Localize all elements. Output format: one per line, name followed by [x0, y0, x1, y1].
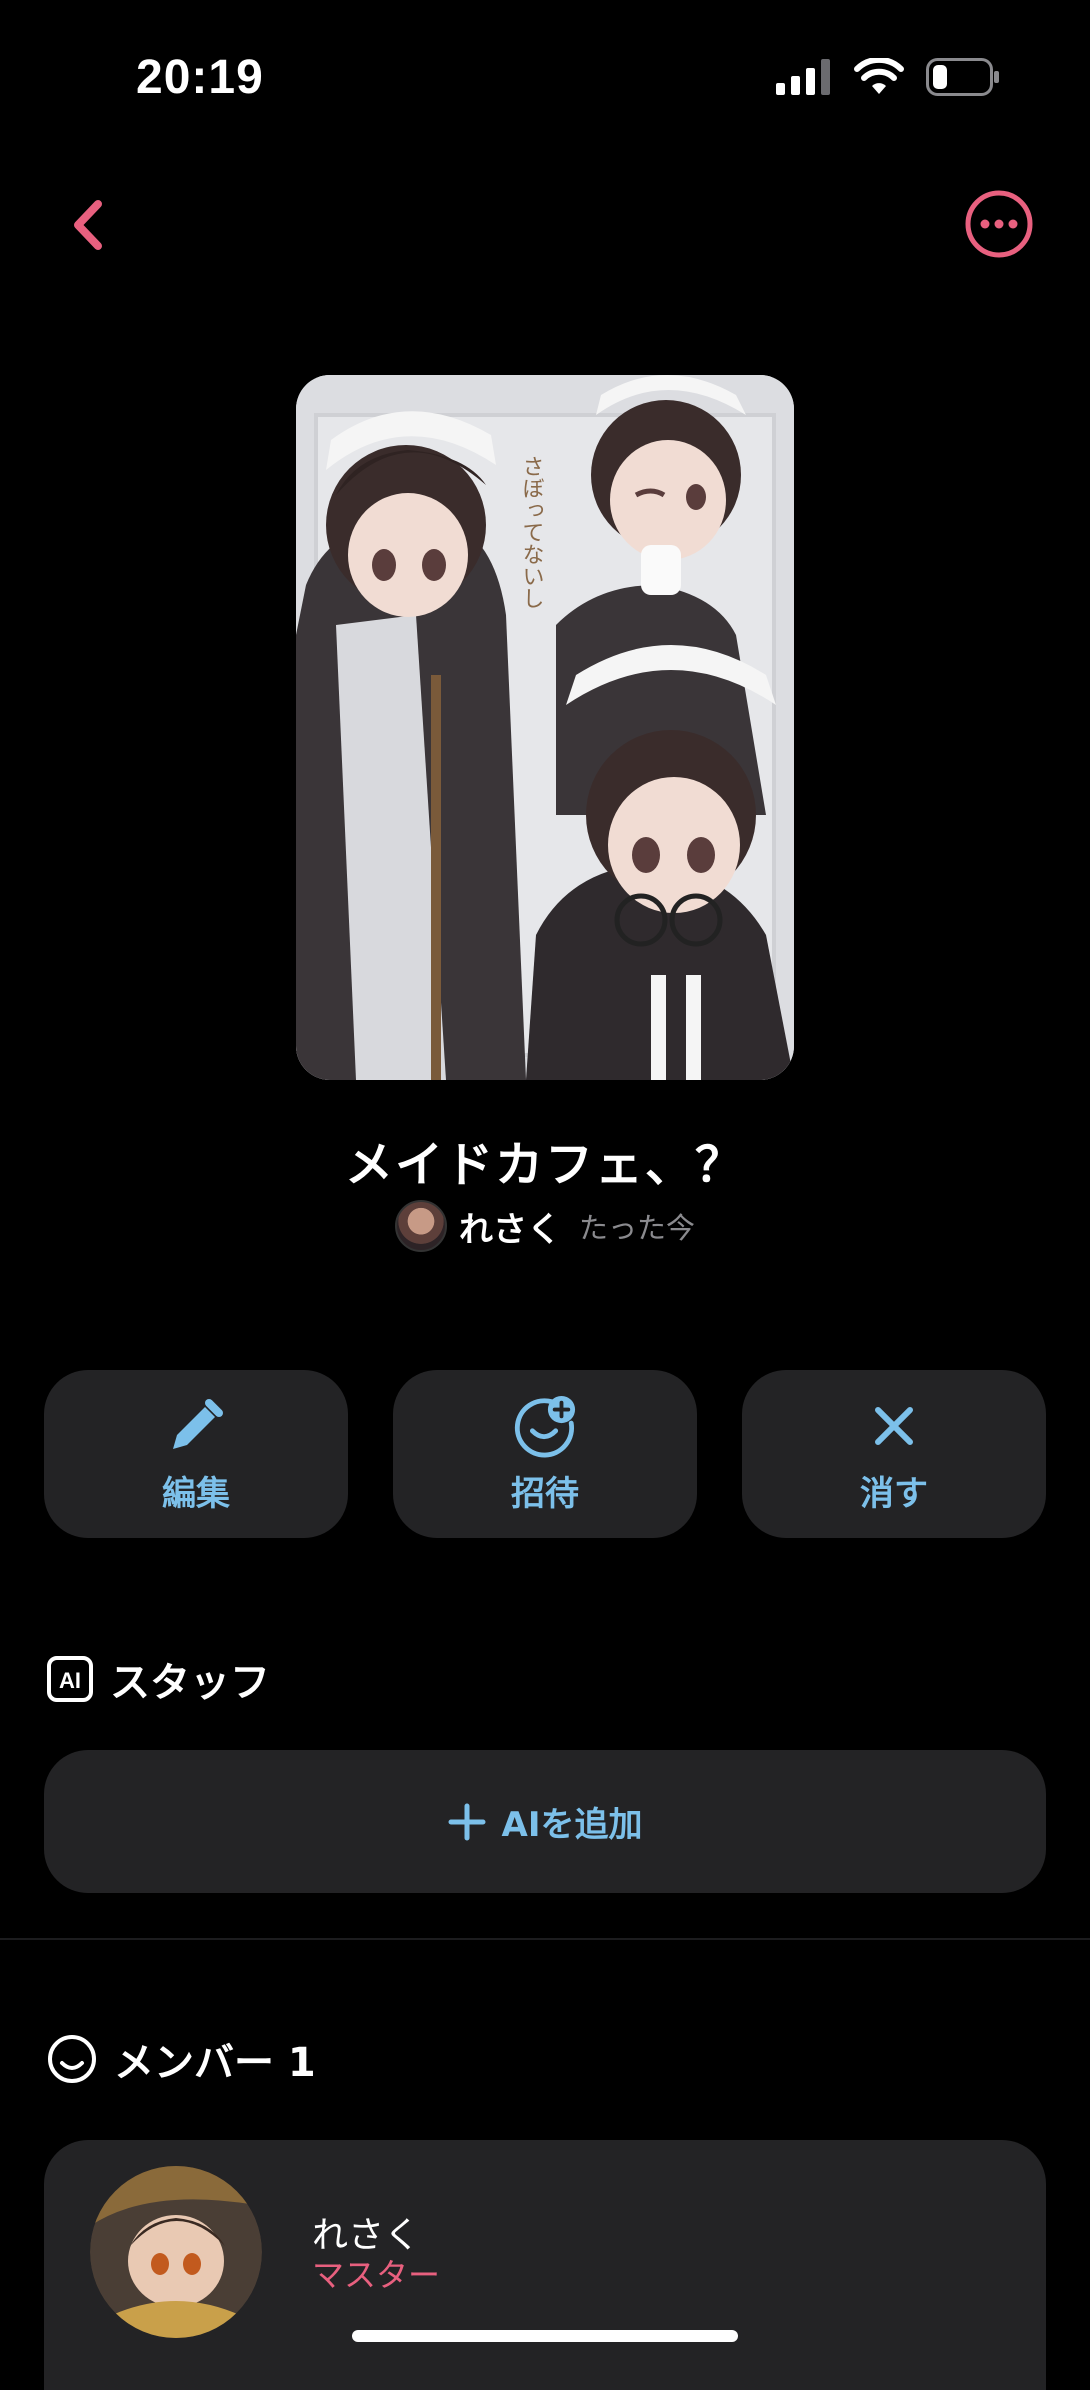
section-divider	[0, 1938, 1090, 1940]
wifi-icon	[854, 58, 904, 94]
room-owner[interactable]: れさく たった今	[0, 1200, 1090, 1252]
staff-section-header: AI スタッフ	[46, 1650, 270, 1708]
status-icons	[776, 58, 1000, 96]
add-person-icon	[513, 1394, 577, 1458]
invite-label: 招待	[511, 1473, 579, 1514]
posted-time: たった今	[578, 1211, 695, 1245]
battery-icon	[926, 58, 999, 96]
signal-icon	[776, 59, 830, 95]
more-horizontal-circle-icon	[965, 190, 1033, 258]
add-ai-button[interactable]: AIを追加	[44, 1750, 1046, 1893]
status-time: 20:19	[136, 51, 264, 104]
action-buttons: 編集 招待 消す	[44, 1370, 1046, 1538]
invite-button[interactable]: 招待	[393, 1370, 697, 1538]
members-section-header: メンバー 1	[46, 2030, 316, 2088]
back-button[interactable]	[62, 190, 118, 260]
smiley-icon	[48, 2035, 96, 2083]
owner-avatar	[394, 1200, 447, 1252]
delete-button[interactable]: 消す	[742, 1370, 1046, 1538]
plus-icon	[448, 1803, 486, 1840]
delete-label: 消す	[860, 1473, 928, 1514]
add-ai-label: AIを追加	[501, 1805, 643, 1845]
ai-badge-icon: AI	[47, 1656, 93, 1702]
staff-section-title: スタッフ	[110, 1660, 270, 1706]
members-section-title: メンバー 1	[114, 2040, 316, 2086]
pencil-icon	[164, 1394, 228, 1458]
member-row[interactable]: れさく マスター	[44, 2140, 1046, 2390]
more-button[interactable]	[964, 189, 1034, 259]
room-cover-image[interactable]: さぼってないし	[296, 375, 794, 1080]
chevron-left-icon	[74, 200, 102, 250]
cover-text: さぼってないし	[519, 455, 544, 609]
close-icon	[862, 1394, 926, 1458]
member-role: マスター	[312, 2256, 441, 2294]
svg-text:AI: AI	[59, 1668, 81, 1693]
owner-name: れさく	[458, 1209, 561, 1250]
edit-button[interactable]: 編集	[44, 1370, 348, 1538]
member-avatar	[90, 2166, 262, 2338]
home-indicator	[352, 2330, 738, 2342]
room-title: メイドカフェ、？	[344, 1137, 745, 1193]
edit-label: 編集	[162, 1473, 230, 1514]
